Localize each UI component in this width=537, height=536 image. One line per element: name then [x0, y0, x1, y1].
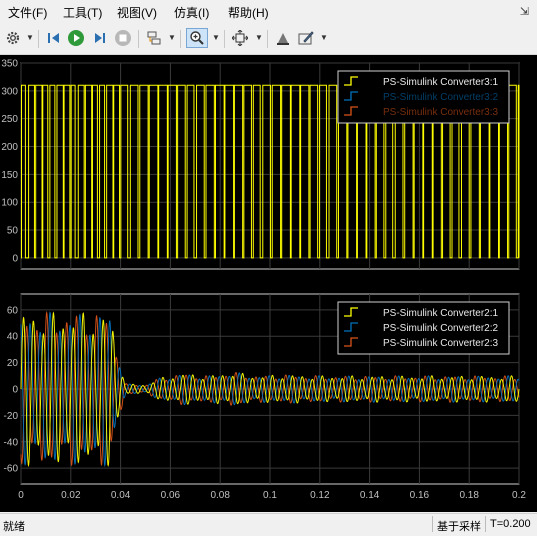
- legend-entry: PS-Simulink Converter3:2: [383, 92, 498, 103]
- chevron-down-icon[interactable]: ▼: [320, 33, 328, 42]
- y-tick-label: 200: [1, 142, 18, 153]
- legend-entry: PS-Simulink Converter3:1: [383, 77, 498, 88]
- scope-display: 0 50 100 150 200 250 300 350 PS-Simulink Conver…: [0, 55, 537, 512]
- y-tick-label: 50: [7, 226, 19, 237]
- x-tick-label: 0: [18, 490, 24, 501]
- step-forward-icon[interactable]: [90, 28, 110, 48]
- y-tick-label: 150: [1, 170, 18, 181]
- status-bar: 就绪 基于采样 T=0.200: [0, 513, 537, 536]
- y-tick-label: 40: [7, 332, 19, 343]
- scope-plots: 050100150200250300350 PS-Simulink Conver…: [1, 59, 527, 502]
- x-tick-label: 0.04: [111, 490, 131, 501]
- chevron-down-icon[interactable]: ▼: [212, 33, 220, 42]
- y-tick-label: -20: [4, 411, 19, 422]
- toolbar-separator: [138, 30, 139, 48]
- x-tick-label: 0.14: [360, 490, 380, 501]
- x-tick-label: 0.02: [61, 490, 81, 501]
- step-back-icon[interactable]: [44, 28, 64, 48]
- layout-icon[interactable]: [144, 28, 164, 48]
- chevron-down-icon[interactable]: ▼: [26, 33, 34, 42]
- y-tick-label: -60: [4, 464, 19, 475]
- y-tick-label: 60: [7, 305, 19, 316]
- x-tick-label: 0.1: [263, 490, 277, 501]
- y-tick-label: 250: [1, 114, 18, 125]
- y-tick-label: 100: [1, 198, 18, 209]
- y-tick-label: 350: [1, 59, 18, 70]
- highlight-icon[interactable]: [273, 28, 293, 48]
- fit-view-icon[interactable]: [230, 28, 250, 48]
- legend-entry: PS-Simulink Converter2:3: [383, 338, 498, 349]
- menu-tools[interactable]: 工具(T): [63, 4, 102, 21]
- x-tick-label: 0.06: [161, 490, 181, 501]
- chevron-down-icon[interactable]: ▼: [168, 33, 176, 42]
- menu-file[interactable]: 文件(F): [8, 4, 47, 21]
- legend-entry: PS-Simulink Converter2:2: [383, 323, 498, 334]
- zoom-in-icon[interactable]: [186, 28, 208, 48]
- y-tick-label: 300: [1, 86, 18, 97]
- toolbar: ▼ ▼ ▼ ▼ ▼: [0, 24, 537, 55]
- sim-time: T=0.200: [485, 516, 531, 532]
- edit-icon[interactable]: [296, 28, 316, 48]
- stop-icon[interactable]: [113, 28, 133, 48]
- toolbar-separator: [267, 30, 268, 48]
- menu-bar: 文件(F) 工具(T) 视图(V) 仿真(I) 帮助(H) ⇲: [0, 0, 537, 24]
- toolbar-separator: [180, 30, 181, 48]
- undock-icon[interactable]: ⇲: [520, 5, 529, 18]
- toolbar-separator: [38, 30, 39, 48]
- x-tick-label: 0.2: [512, 490, 526, 501]
- menu-view[interactable]: 视图(V): [117, 4, 157, 21]
- sample-mode: 基于采样: [432, 516, 481, 533]
- legend-entry: PS-Simulink Converter3:3: [383, 107, 498, 118]
- y-tick-label: 0: [12, 385, 18, 396]
- plot-voltage[interactable]: 0 50 100 150 200 250 300 350 PS-Simulink Conver…: [1, 59, 520, 270]
- run-icon[interactable]: [66, 28, 86, 48]
- legend-current[interactable]: PS-Simulink Converter2:1 PS-Simulink Conv…: [337, 301, 510, 355]
- menu-help[interactable]: 帮助(H): [228, 4, 269, 21]
- x-tick-label: 0.16: [410, 490, 430, 501]
- legend-voltage[interactable]: PS-Simulink Converter3:1 PS-Simulink Conv…: [337, 70, 510, 124]
- x-tick-label: 0.18: [459, 490, 479, 501]
- y-tick-label: 0: [12, 253, 18, 264]
- legend-entry: PS-Simulink Converter2:1: [383, 308, 498, 319]
- y-tick-label: -40: [4, 437, 19, 448]
- status-text: 就绪: [3, 521, 25, 533]
- plot-current[interactable]: -60 -40 -20 0 20 40 60 0 0.02 0.04 0.06 0.08 0.1 0.12…: [4, 293, 527, 501]
- y-tick-label: 20: [7, 358, 19, 369]
- chevron-down-icon[interactable]: ▼: [255, 33, 263, 42]
- x-tick-label: 0.08: [210, 490, 230, 501]
- gear-icon[interactable]: [3, 28, 23, 48]
- toolbar-separator: [224, 30, 225, 48]
- menu-simulation[interactable]: 仿真(I): [174, 4, 209, 21]
- x-tick-label: 0.12: [310, 490, 330, 501]
